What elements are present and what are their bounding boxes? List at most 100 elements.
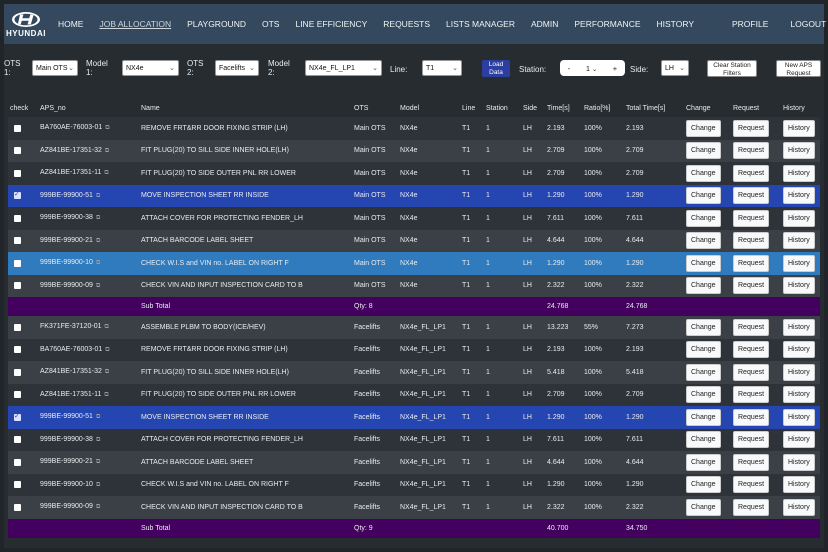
change-button[interactable]: Change — [686, 341, 721, 359]
change-button[interactable]: Change — [686, 142, 721, 160]
model2-select[interactable]: NX4e_FL_LP1 ⌄ — [305, 60, 382, 76]
new-aps-request-button[interactable]: New APS Request — [776, 60, 821, 77]
nav-item-history[interactable]: HISTORY — [657, 19, 694, 29]
row-checkbox[interactable] — [14, 458, 21, 466]
row-checkbox[interactable] — [14, 237, 21, 245]
model1-select[interactable]: NX4e ⌄ — [122, 60, 179, 76]
aps-no-cell[interactable]: AZ841BE-17351-32 ⧉ — [38, 139, 139, 162]
external-link-icon[interactable]: ⧉ — [96, 482, 100, 489]
row-checkbox[interactable] — [14, 503, 21, 511]
request-button[interactable]: Request — [733, 431, 770, 449]
aps-no-cell[interactable]: 999BE-99900-38 ⧉ — [38, 428, 139, 451]
row-checkbox[interactable] — [14, 391, 21, 399]
aps-no-cell[interactable]: AZ841BE-17351-11 ⧉ — [38, 383, 139, 406]
external-link-icon[interactable]: ⧉ — [96, 459, 100, 466]
external-link-icon[interactable]: ⧉ — [104, 170, 108, 177]
history-button[interactable]: History — [783, 232, 815, 250]
row-checkbox[interactable] — [14, 323, 21, 331]
aps-link[interactable]: FK371FE-37120-01 — [40, 323, 101, 330]
external-link-icon[interactable]: ⧉ — [96, 414, 100, 421]
request-button[interactable]: Request — [733, 498, 770, 516]
external-link-icon[interactable]: ⧉ — [96, 193, 100, 200]
external-link-icon[interactable]: ⧉ — [105, 369, 109, 376]
row-checkbox[interactable] — [14, 436, 21, 444]
external-link-icon[interactable]: ⧉ — [96, 504, 100, 511]
ots2-select[interactable]: Facelifts ⌄ — [215, 60, 259, 76]
side-select[interactable]: LH ⌄ — [661, 60, 689, 76]
change-button[interactable]: Change — [686, 498, 721, 516]
aps-link[interactable]: AZ841BE-17351-32 — [40, 147, 102, 154]
station-increment-button[interactable]: + — [613, 64, 617, 73]
aps-link[interactable]: BA760AE-76003-01 — [40, 124, 102, 131]
external-link-icon[interactable]: ⧉ — [96, 283, 100, 290]
external-link-icon[interactable]: ⧉ — [105, 148, 109, 155]
aps-no-cell[interactable]: 999BE-99900-21 ⧉ — [38, 451, 139, 474]
external-link-icon[interactable]: ⧉ — [96, 437, 100, 444]
table-row[interactable]: 999BE-99900-38 ⧉ ATTACH COVER FOR PROTECTI… — [8, 207, 820, 230]
nav-item-profile[interactable]: PROFILE — [732, 19, 768, 29]
change-button[interactable]: Change — [686, 386, 721, 404]
station-value[interactable]: 1 ⌄ — [586, 64, 597, 73]
request-button[interactable]: Request — [733, 386, 770, 404]
row-checkbox[interactable] — [14, 147, 21, 155]
aps-link[interactable]: 999BE-99900-09 — [40, 503, 93, 510]
line-select[interactable]: T1 ⌄ — [422, 60, 462, 76]
request-button[interactable]: Request — [733, 119, 770, 137]
aps-no-cell[interactable]: BA760AE-76003-01 ⧉ — [38, 117, 139, 140]
table-row[interactable]: 999BE-99900-51⧉MOVE INSPECTION SHEET RR … — [8, 406, 820, 429]
table-row[interactable]: 999BE-99900-21 ⧉ ATTACH BARCODE LABEL SHEE… — [8, 451, 820, 474]
row-checkbox[interactable] — [14, 190, 21, 200]
aps-link[interactable]: 999BE-99900-38 — [40, 214, 93, 221]
request-button[interactable]: Request — [733, 209, 770, 227]
table-row[interactable]: 999BE-99900-38 ⧉ ATTACH COVER FOR PROTECTI… — [8, 428, 820, 451]
change-button[interactable]: Change — [686, 209, 721, 227]
clear-station-filters-button[interactable]: Clear Station Filters — [707, 60, 757, 77]
nav-item-home[interactable]: HOME — [58, 19, 84, 29]
nav-item-job-allocation[interactable]: JOB ALLOCATION — [99, 19, 171, 29]
aps-link[interactable]: 999BE-99900-21 — [40, 237, 93, 244]
aps-link[interactable]: 999BE-99900-09 — [40, 282, 93, 289]
station-stepper[interactable]: - 1 ⌄ + — [560, 60, 625, 76]
aps-link[interactable]: 999BE-99900-10 — [40, 481, 93, 488]
history-button[interactable]: History — [783, 209, 815, 227]
history-button[interactable]: History — [783, 341, 815, 359]
external-link-icon[interactable]: ⧉ — [104, 324, 108, 331]
aps-no-cell[interactable]: 999BE-99900-51 ⧉ — [38, 406, 139, 429]
aps-no-cell[interactable]: AZ841BE-17351-11 ⧉ — [38, 162, 139, 185]
request-button[interactable]: Request — [733, 453, 770, 471]
change-button[interactable]: Change — [686, 318, 721, 336]
row-checkbox[interactable] — [14, 368, 21, 376]
history-button[interactable]: History — [783, 187, 815, 205]
history-button[interactable]: History — [783, 254, 815, 272]
nav-item-line-efficiency[interactable]: LINE EFFICIENCY — [295, 19, 367, 29]
table-row[interactable]: 999BE-99900-09 ⧉ CHECK VIN AND INPUT INSPE… — [8, 496, 820, 519]
history-button[interactable]: History — [783, 386, 815, 404]
request-button[interactable]: Request — [733, 254, 770, 272]
aps-no-cell[interactable]: 999BE-99900-10 ⧉ — [38, 473, 139, 496]
table-row[interactable]: 999BE-99900-09 ⧉ CHECK VIN AND INPUT INSPE… — [8, 274, 820, 297]
nav-item-requests[interactable]: REQUESTS — [383, 19, 430, 29]
request-button[interactable]: Request — [733, 187, 770, 205]
aps-link[interactable]: BA760AE-76003-01 — [40, 346, 102, 353]
table-row[interactable]: AZ841BE-17351-11 ⧉ FIT PLUG(20) TO SIDE OU… — [8, 162, 820, 185]
table-row[interactable]: FK371FE-37120-01 ⧉ ASSEMBLE PLBM TO BODY(I… — [8, 316, 820, 339]
request-button[interactable]: Request — [733, 142, 770, 160]
history-button[interactable]: History — [783, 164, 815, 182]
aps-link[interactable]: 999BE-99900-38 — [40, 436, 93, 443]
aps-no-cell[interactable]: 999BE-99900-09 ⧉ — [38, 496, 139, 519]
aps-no-cell[interactable]: AZ841BE-17351-32 ⧉ — [38, 361, 139, 384]
change-button[interactable]: Change — [686, 431, 721, 449]
aps-no-cell[interactable]: FK371FE-37120-01 ⧉ — [38, 316, 139, 339]
table-row[interactable]: 999BE-99900-10 ⧉ CHECK W.I.S and VIN no. L… — [8, 473, 820, 496]
change-button[interactable]: Change — [686, 164, 721, 182]
table-row[interactable]: 999BE-99900-51⧉MOVE INSPECTION SHEET RR … — [8, 184, 820, 207]
row-checkbox[interactable] — [14, 124, 21, 132]
change-button[interactable]: Change — [686, 232, 721, 250]
change-button[interactable]: Change — [686, 254, 721, 272]
row-checkbox[interactable] — [14, 214, 21, 222]
change-button[interactable]: Change — [686, 476, 721, 494]
aps-no-cell[interactable]: 999BE-99900-09 ⧉ — [38, 274, 139, 297]
nav-item-lists-manager[interactable]: LISTS MANAGER — [446, 19, 515, 29]
external-link-icon[interactable]: ⧉ — [96, 238, 100, 245]
external-link-icon[interactable]: ⧉ — [105, 347, 109, 354]
